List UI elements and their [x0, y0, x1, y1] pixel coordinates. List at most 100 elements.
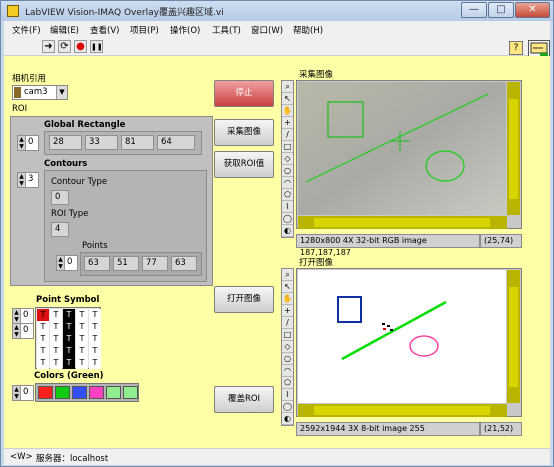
- contour-type-label: Contour Type: [51, 177, 108, 187]
- menu-bar: 文件(F) 编辑(E) 查看(V) 项目(P) 操作(O) 工具(T) 窗口(W…: [4, 21, 550, 38]
- symbol-cell[interactable]: T: [89, 321, 101, 333]
- open-tool-palette: ⌕ ↖ ✋ + / □ ◇ ○ ◠ ⬠ ⌇ ◯ ◐: [281, 268, 294, 426]
- pause-icon[interactable]: ❚❚: [90, 40, 103, 53]
- symbol-cell[interactable]: T: [76, 309, 88, 321]
- global-rect-right: 81: [121, 135, 154, 150]
- symbol-cell[interactable]: T: [50, 357, 62, 369]
- open-palette-tool-3-icon[interactable]: +: [282, 305, 293, 317]
- contours-index[interactable]: ▲ ▼ 3: [17, 172, 39, 188]
- menu-tools[interactable]: 工具(T): [212, 24, 241, 36]
- acq-palette-tool-3-icon[interactable]: +: [282, 117, 293, 129]
- acq-image-info: 1280x800 4X 32-bit RGB image 187,187,187: [296, 234, 480, 257]
- acq-palette-tool-7-icon[interactable]: ○: [282, 165, 293, 177]
- point-value-4: 63: [171, 256, 197, 271]
- symbol-cell[interactable]: T: [89, 333, 101, 345]
- menu-edit[interactable]: 编辑(E): [50, 24, 79, 36]
- open-palette-tool-1-icon[interactable]: ↖: [282, 281, 293, 293]
- open-palette-tool-12-icon[interactable]: ◐: [282, 413, 293, 425]
- minimize-button[interactable]: —: [461, 2, 487, 18]
- point-symbol-index-col[interactable]: ▲ ▼ 0: [12, 323, 34, 339]
- menu-help[interactable]: 帮助(H): [293, 24, 323, 36]
- acq-palette-tool-0-icon[interactable]: ⌕: [282, 81, 293, 93]
- acq-horizontal-scrollbar[interactable]: [298, 216, 507, 229]
- get-roi-button[interactable]: 获取ROI值: [214, 151, 274, 178]
- acq-palette-tool-2-icon[interactable]: ✋: [282, 105, 293, 117]
- symbol-cell[interactable]: T: [76, 321, 88, 333]
- symbol-cell[interactable]: T: [76, 333, 88, 345]
- symbol-cell[interactable]: T: [50, 345, 62, 357]
- color-swatch-blue[interactable]: [72, 386, 87, 399]
- point-symbol-index-row[interactable]: ▲ ▼ 0: [12, 308, 34, 324]
- symbol-cell[interactable]: T: [37, 357, 49, 369]
- acq-palette-tool-8-icon[interactable]: ◠: [282, 177, 293, 189]
- symbol-cell[interactable]: T: [63, 345, 75, 357]
- open-image-button[interactable]: 打开图像: [214, 286, 274, 313]
- open-palette-tool-9-icon[interactable]: ⬠: [282, 377, 293, 389]
- symbol-cell[interactable]: T: [50, 309, 62, 321]
- symbol-cell[interactable]: T: [50, 333, 62, 345]
- open-palette-tool-8-icon[interactable]: ◠: [282, 365, 293, 377]
- open-palette-tool-7-icon[interactable]: ○: [282, 353, 293, 365]
- stop-button[interactable]: 停止: [214, 80, 274, 107]
- open-vertical-scrollbar[interactable]: [507, 270, 520, 403]
- open-palette-tool-2-icon[interactable]: ✋: [282, 293, 293, 305]
- points-index[interactable]: ▲ ▼ 0: [56, 255, 78, 271]
- acq-palette-tool-10-icon[interactable]: ⌇: [282, 201, 293, 213]
- color-swatch-pink[interactable]: [89, 386, 104, 399]
- menu-project[interactable]: 项目(P): [130, 24, 159, 36]
- open-image-display[interactable]: [296, 268, 522, 417]
- symbol-cell[interactable]: T: [89, 345, 101, 357]
- maximize-button[interactable]: □: [488, 2, 514, 18]
- overlay-roi-button[interactable]: 覆盖ROI: [214, 386, 274, 413]
- global-rect-index[interactable]: ▲ ▼ 0: [17, 135, 39, 151]
- symbol-cell[interactable]: T: [63, 309, 75, 321]
- run-continuously-icon[interactable]: ⟳: [58, 40, 71, 53]
- color-swatch-light-green-1[interactable]: [106, 386, 121, 399]
- context-help-icon[interactable]: ?: [509, 41, 523, 55]
- acq-image-display[interactable]: [296, 80, 522, 229]
- color-swatch-red[interactable]: [38, 386, 53, 399]
- camera-select[interactable]: cam3 ▼: [12, 85, 68, 100]
- color-swatch-green[interactable]: [55, 386, 70, 399]
- color-swatch-light-green-2[interactable]: [123, 386, 138, 399]
- menu-window[interactable]: 窗口(W): [251, 24, 283, 36]
- acq-palette-tool-4-icon[interactable]: /: [282, 129, 293, 141]
- abort-execution-icon[interactable]: ●: [74, 40, 87, 53]
- menu-operate[interactable]: 操作(O): [170, 24, 200, 36]
- open-palette-tool-5-icon[interactable]: □: [282, 329, 293, 341]
- labview-app-icon: [7, 5, 19, 17]
- symbol-cell[interactable]: T: [37, 321, 49, 333]
- acq-vertical-scrollbar[interactable]: [507, 82, 520, 215]
- colors-index[interactable]: ▲ ▼ 0: [12, 385, 34, 401]
- acq-palette-tool-9-icon[interactable]: ⬠: [282, 189, 293, 201]
- acq-tool-palette: ⌕ ↖ ✋ + / □ ◇ ○ ◠ ⬠ ⌇ ◯ ◐: [281, 80, 294, 238]
- acq-palette-tool-5-icon[interactable]: □: [282, 141, 293, 153]
- open-palette-tool-6-icon[interactable]: ◇: [282, 341, 293, 353]
- open-horizontal-scrollbar[interactable]: [298, 404, 507, 417]
- symbol-cell[interactable]: T: [76, 345, 88, 357]
- menu-file[interactable]: 文件(F): [12, 24, 41, 36]
- open-palette-tool-10-icon[interactable]: ⌇: [282, 389, 293, 401]
- symbol-cell[interactable]: T: [37, 309, 49, 321]
- open-palette-tool-0-icon[interactable]: ⌕: [282, 269, 293, 281]
- symbol-cell[interactable]: T: [89, 357, 101, 369]
- acq-palette-tool-12-icon[interactable]: ◐: [282, 225, 293, 237]
- menu-view[interactable]: 查看(V): [90, 24, 119, 36]
- symbol-cell[interactable]: T: [37, 333, 49, 345]
- chevron-down-icon[interactable]: ▼: [56, 86, 67, 99]
- close-button[interactable]: ✕: [515, 2, 550, 18]
- acq-palette-tool-1-icon[interactable]: ↖: [282, 93, 293, 105]
- symbol-cell[interactable]: T: [63, 333, 75, 345]
- symbol-cell[interactable]: T: [63, 321, 75, 333]
- symbol-cell[interactable]: T: [76, 357, 88, 369]
- run-arrow-icon[interactable]: ➜: [42, 40, 55, 53]
- symbol-cell[interactable]: T: [63, 357, 75, 369]
- symbol-cell[interactable]: T: [37, 345, 49, 357]
- acq-palette-tool-6-icon[interactable]: ◇: [282, 153, 293, 165]
- symbol-cell[interactable]: T: [50, 321, 62, 333]
- open-palette-tool-4-icon[interactable]: /: [282, 317, 293, 329]
- acquire-image-button[interactable]: 采集图像: [214, 119, 274, 146]
- symbol-cell[interactable]: T: [89, 309, 101, 321]
- acq-palette-tool-11-icon[interactable]: ◯: [282, 213, 293, 225]
- open-palette-tool-11-icon[interactable]: ◯: [282, 401, 293, 413]
